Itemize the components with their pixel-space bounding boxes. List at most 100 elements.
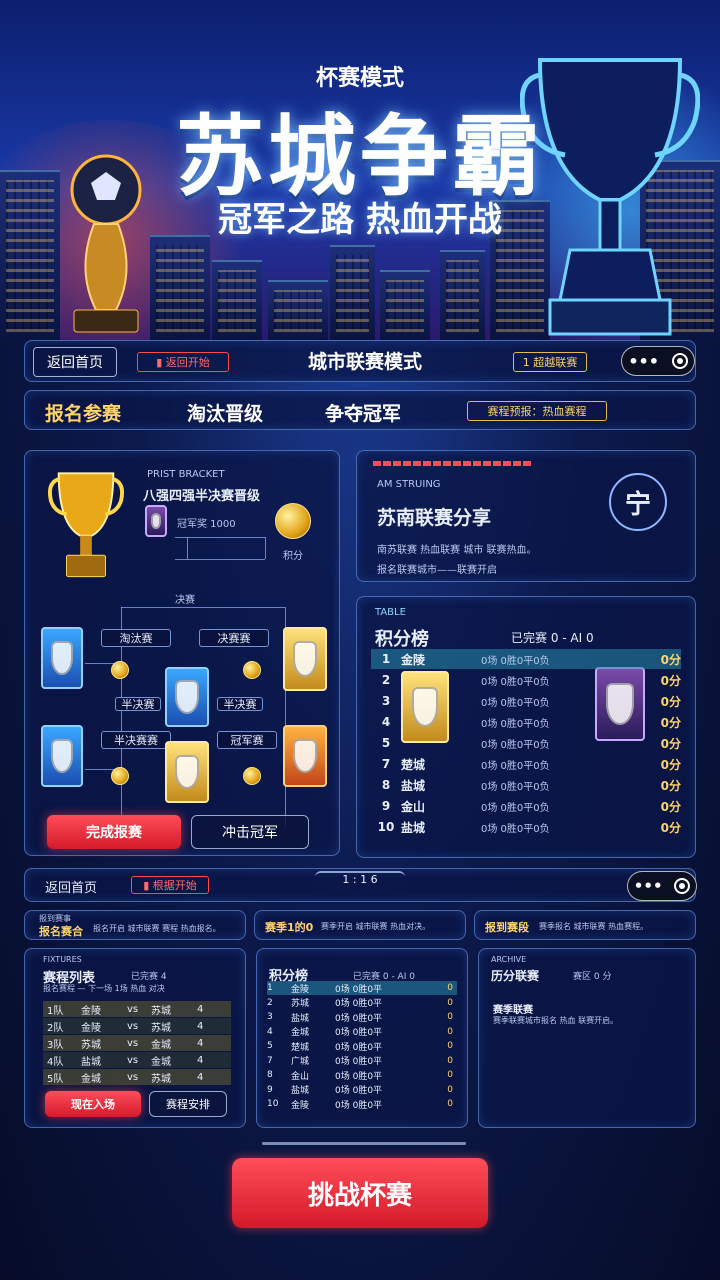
standings-stats: 0场 0胜0平0负: [481, 739, 550, 751]
mini-table-row[interactable]: 3 盐城 0场 0胜0平 0: [267, 1010, 457, 1024]
standings-row[interactable]: 8 盐城 0场 0胜0平0负 0分: [371, 775, 681, 795]
mini-schedule-panel: FIXTURES 赛程列表 已完赛 4 报名赛程 — 下一场 1场 热血 对决 …: [24, 948, 246, 1128]
team-card[interactable]: [41, 725, 83, 787]
mini-table-cell: 0: [447, 983, 453, 993]
team-card[interactable]: [283, 725, 327, 787]
mini-table-cell: 金陵: [291, 1100, 310, 1111]
info-box-3[interactable]: 报到赛段 赛季报名 城市联赛 热血赛程。: [474, 910, 696, 940]
team-card[interactable]: [41, 627, 83, 689]
standings-row[interactable]: 9 金山 0场 0胜0平0负 0分: [371, 796, 681, 816]
more-dots-icon[interactable]: •••: [628, 352, 659, 371]
schedule-row[interactable]: 3队 苏城 vs 金城 4: [43, 1035, 231, 1051]
mini-table-cell: 盐城: [291, 1013, 310, 1024]
mini-table-row[interactable]: 2 苏城 0场 0胜0平 0: [267, 996, 457, 1010]
mini-table-row[interactable]: 4 金城 0场 0胜0平 0: [267, 1025, 457, 1039]
mini-table-cell: 0: [447, 1084, 453, 1095]
schedule-row[interactable]: 5队 金城 vs 苏城 4: [43, 1069, 231, 1085]
schedule-cell: 金陵: [81, 1005, 101, 1017]
standings-row[interactable]: 10 盐城 0场 0胜0平0负 0分: [371, 817, 681, 837]
mini-table-row[interactable]: 10 金陵 0场 0胜0平 0: [267, 1097, 457, 1111]
team-card[interactable]: [165, 667, 209, 727]
standings-row[interactable]: 3 0场 0胜0平0负 0分: [371, 691, 681, 711]
bracket-node-quarter-right[interactable]: 决赛赛: [199, 629, 269, 647]
schedule-row[interactable]: 2队 金陵 vs 苏城 4: [43, 1018, 231, 1034]
standings-rank: 8: [381, 778, 391, 792]
standings-rank: 5: [381, 736, 391, 750]
standings-stats: 0场 0胜0平0负: [481, 697, 550, 709]
mini-table-cell: 0场 0胜0平: [335, 999, 383, 1009]
standings-rank: 1: [381, 652, 391, 666]
bracket-node-semi-left-bottom[interactable]: 半决赛赛: [101, 731, 171, 749]
stage-final[interactable]: 争夺冠军: [325, 399, 401, 426]
team-card[interactable]: [165, 741, 209, 803]
schedule-row[interactable]: 1队 金陵 vs 苏城 4: [43, 1001, 231, 1017]
more-dots-icon[interactable]: •••: [634, 877, 663, 895]
gold-coin-icon: [275, 503, 311, 539]
standings-row[interactable]: 1 金陵 0场 0胜0平0负 0分: [371, 649, 681, 669]
standings-row[interactable]: 2 0场 0胜0平0负 0分: [371, 670, 681, 690]
red-status-chip: ▮ 返回开始: [137, 352, 229, 372]
info-box-1[interactable]: 报到赛事 报名赛合 报名开启 城市联赛 赛程 热血报名。: [24, 910, 246, 940]
mini-table-cell: 盐城: [291, 1086, 310, 1096]
stage-elimination[interactable]: 淘汰晋级: [187, 399, 263, 426]
standings-points: 0分: [660, 673, 681, 688]
mini-table-row[interactable]: 1 金陵 0场 0胜0平 0: [267, 981, 457, 995]
league-info-panel: AM STRUING 苏南联赛分享 南苏联赛 热血联赛 城市 联赛热血。 报名联…: [356, 450, 696, 582]
mini-share-subtitle: 赛季联赛: [493, 1005, 533, 1016]
back-home-button[interactable]: 返回首页: [33, 347, 117, 377]
schedule-cell: 苏城: [81, 1039, 101, 1051]
mini-share-header-small: ARCHIVE: [491, 955, 527, 964]
round-label: 决赛: [175, 595, 195, 606]
mini-table-cell: 0场 0胜0平: [335, 984, 383, 995]
standings-points: 0分: [660, 820, 681, 835]
bracket-node-semi-right-bottom[interactable]: 冠军赛: [217, 731, 277, 749]
schedule-row[interactable]: 4队 盐城 vs 金城 4: [43, 1052, 231, 1068]
mini-table-cell: 5: [267, 1041, 273, 1051]
standings-stats: 0场 0胜0平0负: [481, 823, 550, 835]
reward-label: 积分: [283, 551, 303, 562]
team-card[interactable]: [283, 627, 327, 691]
city-badge[interactable]: 宁: [609, 473, 667, 531]
standings-row[interactable]: 5 0场 0胜0平0负 0分: [371, 733, 681, 753]
mini-schedule-header-small: FIXTURES: [43, 955, 82, 964]
stage-register[interactable]: 报名参赛: [45, 399, 121, 426]
mini-table-cell: 0场 0胜0平: [335, 1013, 383, 1024]
mini-table-cell: 0: [447, 1041, 453, 1051]
team-card-small: [145, 505, 167, 537]
target-circle-icon[interactable]: [671, 353, 688, 369]
challenge-champion-button[interactable]: 冲击冠军: [191, 815, 309, 849]
schedule-cell: 苏城: [151, 1073, 171, 1085]
back-home-link[interactable]: 返回首页: [45, 877, 97, 896]
standings-row[interactable]: 4 0场 0胜0平0负 0分: [371, 712, 681, 732]
mini-table-row[interactable]: 9 盐城 0场 0胜0平 0: [267, 1083, 457, 1097]
challenge-cup-button[interactable]: 挑战杯赛: [232, 1158, 488, 1228]
standings-row[interactable]: 7 楚城 0场 0胜0平0负 0分: [371, 754, 681, 774]
bracket-header-small: PRIST BRACKET: [147, 469, 225, 480]
schedule-button[interactable]: 赛程安排: [149, 1091, 227, 1117]
target-circle-icon[interactable]: [674, 878, 691, 894]
mini-table-row[interactable]: 5 楚城 0场 0胜0平 0: [267, 1039, 457, 1053]
standings-points: 0分: [660, 652, 681, 667]
league-desc-2: 报名联赛城市——联赛开启: [377, 565, 497, 576]
mini-share-title: 历分联赛: [491, 969, 540, 983]
hero-slogan: 冠军之路 热血开战: [218, 200, 502, 240]
scroll-indicator[interactable]: [262, 1142, 466, 1145]
info-box-2[interactable]: 赛季1的0 赛季开启 城市联赛 热血对决。: [254, 910, 466, 940]
mini-table-cell: 3: [267, 1012, 273, 1022]
mini-table-cell: 0: [447, 1026, 453, 1037]
mini-table-row[interactable]: 7 广城 0场 0胜0平 0: [267, 1054, 457, 1068]
standings-rank: 10: [377, 820, 395, 834]
mini-schedule-status: 已完赛 4: [131, 972, 167, 982]
mini-table-cell: 0场 0胜0平: [335, 1071, 383, 1082]
bracket-info-line: 冠军奖 1000: [177, 519, 236, 530]
mini-table-row[interactable]: 8 金山 0场 0胜0平 0: [267, 1068, 457, 1082]
bracket-node-quarter-left[interactable]: 淘汰赛: [101, 629, 171, 647]
gold-status-chip: 1 超越联赛: [513, 352, 587, 372]
complete-registration-button[interactable]: 完成报赛: [47, 815, 181, 849]
standings-team: 金山: [401, 799, 426, 814]
schedule-cell: vs: [127, 1071, 139, 1083]
enter-now-button[interactable]: 现在入场: [45, 1091, 141, 1117]
bracket-node-semi-left[interactable]: 半决赛: [115, 697, 161, 711]
bracket-node-semi-right[interactable]: 半决赛: [217, 697, 263, 711]
schedule-cell: 金城: [151, 1039, 171, 1051]
